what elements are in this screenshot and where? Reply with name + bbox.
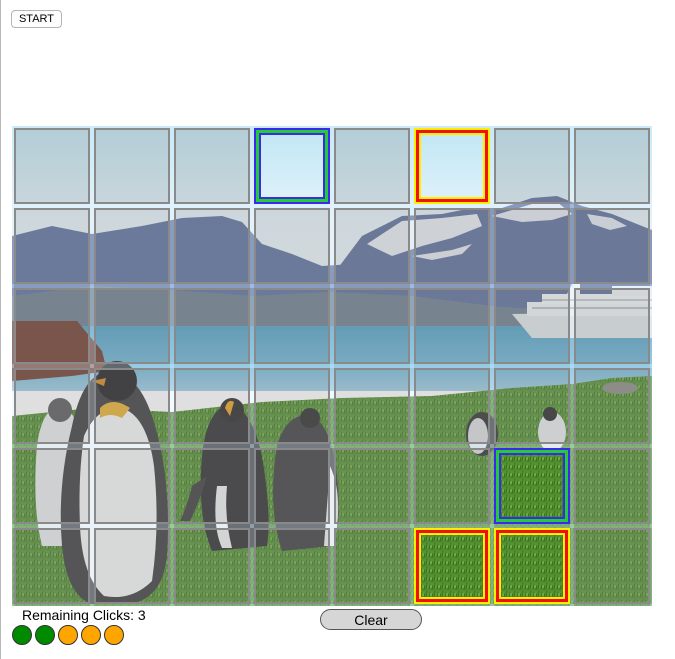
grid-cell-r1-c4[interactable] (334, 208, 410, 284)
grid-cell-r4-c2[interactable] (174, 448, 250, 524)
grid-cell-r2-c1[interactable] (94, 288, 170, 364)
grid-cell-r4-c0[interactable] (14, 448, 90, 524)
grid-cell-r3-c5[interactable] (414, 368, 490, 444)
grid-cell-r2-c4[interactable] (334, 288, 410, 364)
grid-cell-r3-c1[interactable] (94, 368, 170, 444)
grid-cell-r2-c7[interactable] (574, 288, 650, 364)
grid-cell-r5-c6-selected[interactable] (494, 528, 570, 604)
grid-cell-r4-c6-selected[interactable] (494, 448, 570, 524)
grid-cell-r5-c0[interactable] (14, 528, 90, 604)
page-left-border (0, 0, 1, 659)
grid-cell-r0-c0[interactable] (14, 128, 90, 204)
grid-cell-r5-c3[interactable] (254, 528, 330, 604)
grid-cell-r4-c1[interactable] (94, 448, 170, 524)
click-indicator-available (104, 625, 124, 645)
click-indicator-available (81, 625, 101, 645)
grid-cell-r3-c2[interactable] (174, 368, 250, 444)
grid-cell-r0-c7[interactable] (574, 128, 650, 204)
grid-cell-r2-c3[interactable] (254, 288, 330, 364)
grid-cell-r3-c3[interactable] (254, 368, 330, 444)
grid-cell-r4-c5[interactable] (414, 448, 490, 524)
grid-cell-r0-c3-selected[interactable] (254, 128, 330, 204)
grid-cell-r3-c0[interactable] (14, 368, 90, 444)
image-grid-captcha (12, 126, 652, 606)
grid-cell-r1-c6[interactable] (494, 208, 570, 284)
grid-cell-r1-c7[interactable] (574, 208, 650, 284)
grid-cell-r5-c4[interactable] (334, 528, 410, 604)
grid-cell-r5-c2[interactable] (174, 528, 250, 604)
click-indicator-used (35, 625, 55, 645)
grid-cell-r3-c7[interactable] (574, 368, 650, 444)
click-indicators (12, 625, 124, 645)
grid-cell-r1-c5[interactable] (414, 208, 490, 284)
grid-cell-r3-c4[interactable] (334, 368, 410, 444)
click-indicator-used (12, 625, 32, 645)
grid-cell-r0-c5-selected[interactable] (414, 128, 490, 204)
grid-cell-r2-c6[interactable] (494, 288, 570, 364)
grid-cell-r4-c3[interactable] (254, 448, 330, 524)
grid-cell-r4-c7[interactable] (574, 448, 650, 524)
grid-cell-r5-c1[interactable] (94, 528, 170, 604)
grid-cell-r1-c0[interactable] (14, 208, 90, 284)
grid-cell-r0-c6[interactable] (494, 128, 570, 204)
grid-cell-r2-c0[interactable] (14, 288, 90, 364)
grid-cell-r5-c5-selected[interactable] (414, 528, 490, 604)
grid-cell-r1-c2[interactable] (174, 208, 250, 284)
grid-cell-r0-c1[interactable] (94, 128, 170, 204)
clear-button[interactable]: Clear (320, 609, 422, 630)
click-indicator-available (58, 625, 78, 645)
grid-cell-r0-c4[interactable] (334, 128, 410, 204)
grid-cell-r0-c2[interactable] (174, 128, 250, 204)
captcha-grid (12, 126, 652, 606)
grid-cell-r5-c7[interactable] (574, 528, 650, 604)
grid-cell-r3-c6[interactable] (494, 368, 570, 444)
grid-cell-r1-c1[interactable] (94, 208, 170, 284)
remaining-clicks-label: Remaining Clicks: 3 (22, 607, 146, 623)
grid-cell-r1-c3[interactable] (254, 208, 330, 284)
grid-cell-r4-c4[interactable] (334, 448, 410, 524)
start-button[interactable]: START (11, 10, 62, 28)
grid-cell-r2-c5[interactable] (414, 288, 490, 364)
grid-cell-r2-c2[interactable] (174, 288, 250, 364)
